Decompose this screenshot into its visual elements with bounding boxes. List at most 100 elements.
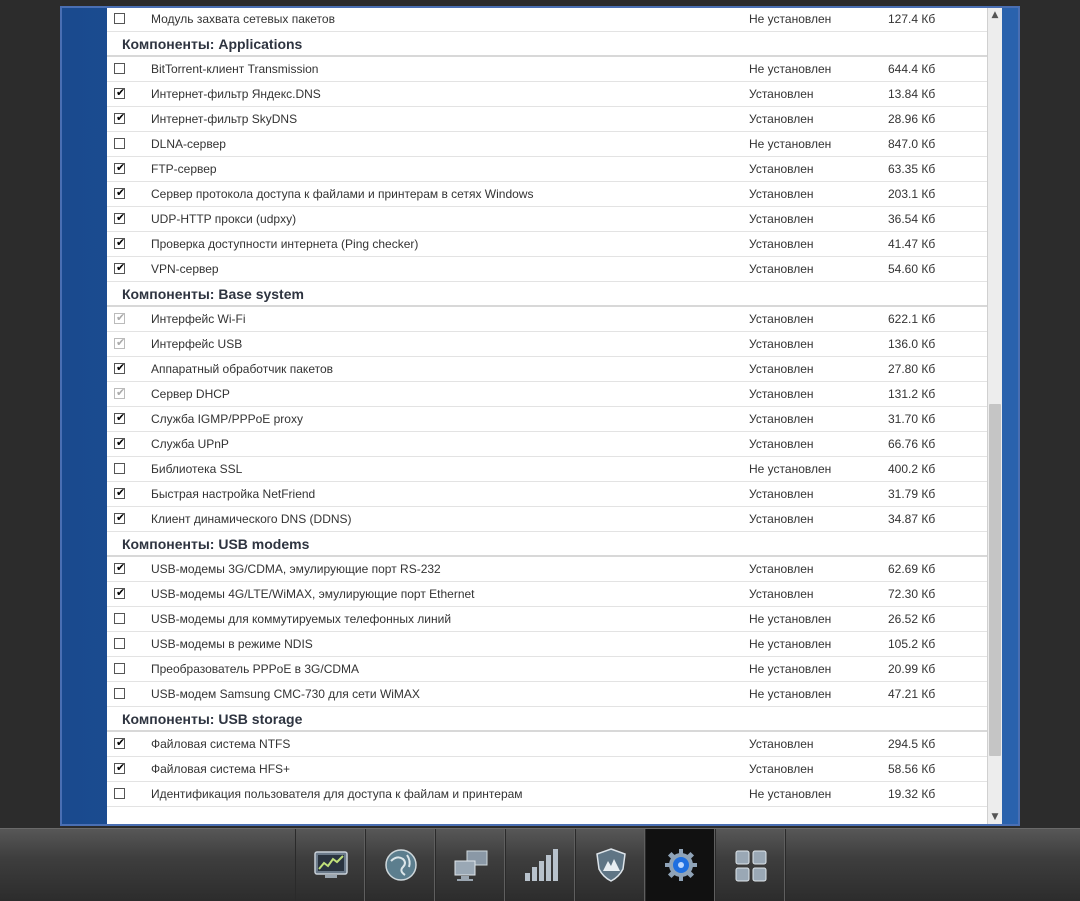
section-title: Компоненты: Applications <box>122 36 303 52</box>
scroll-thumb[interactable] <box>989 404 1001 756</box>
component-row: ✔ Аппаратный обработчик пакетов Установлен… <box>107 357 987 382</box>
checkmark-icon: ✔ <box>116 411 126 424</box>
component-status: Установлен <box>749 187 814 201</box>
component-status: Установлен <box>749 337 814 351</box>
component-name: USB-модемы 4G/LTE/WiMAX, эмулирующие пор… <box>151 587 475 601</box>
globe-icon <box>385 849 417 881</box>
component-size: 28.96 Кб <box>888 112 936 126</box>
component-name: Аппаратный обработчик пакетов <box>151 362 333 376</box>
component-name: Файловая система HFS+ <box>151 762 291 776</box>
checkmark-icon: ✔ <box>116 161 126 174</box>
component-row: ✔ USB-модемы 4G/LTE/WiMAX, эмулирующие по… <box>107 582 987 607</box>
component-row: ✔ Файловая система HFS+ Установлен 58.56 Кб <box>107 757 987 782</box>
taskbar-internet[interactable] <box>365 829 435 901</box>
checkbox-checked[interactable]: ✔ <box>114 486 126 499</box>
component-status: Не установлен <box>749 137 832 151</box>
component-size: 27.80 Кб <box>888 362 936 376</box>
component-status: Установлен <box>749 212 814 226</box>
checkbox-checked[interactable]: ✔ <box>114 586 125 599</box>
checkbox-unchecked[interactable] <box>114 688 125 699</box>
components-window: Модуль захвата сетевых пакетов Не установ… <box>60 6 1020 826</box>
checkbox-unchecked[interactable] <box>114 663 125 674</box>
checkbox-unchecked[interactable] <box>114 613 125 624</box>
checkbox-checked[interactable]: ✔ <box>114 736 125 749</box>
checkbox-unchecked[interactable] <box>114 63 125 74</box>
component-name: Сервер протокола доступа к файлами и при… <box>151 187 534 201</box>
scroll-up-arrow-icon[interactable]: ▲ <box>988 8 1002 22</box>
checkmark-icon: ✔ <box>116 486 126 499</box>
component-size: 54.60 Кб <box>888 262 936 276</box>
section-title: Компоненты: USB storage <box>122 711 303 727</box>
checkbox-checked[interactable]: ✔ <box>114 761 125 774</box>
checkbox-checked[interactable]: ✔ <box>114 211 126 224</box>
checkbox-checked: ✔ <box>114 336 126 349</box>
component-status: Не установлен <box>749 662 832 676</box>
component-size: 19.32 Кб <box>888 787 936 801</box>
component-size: 105.2 Кб <box>888 637 936 651</box>
component-name: USB-модем Samsung CMC-730 для сети WiMAX <box>151 687 420 701</box>
component-size: 136.0 Кб <box>888 337 936 351</box>
component-name: Интернет-фильтр SkyDNS <box>151 112 298 126</box>
checkmark-icon: ✔ <box>116 336 126 349</box>
taskbar-security[interactable] <box>575 829 645 901</box>
section-header: Компоненты: Base system <box>107 282 987 307</box>
checkbox-unchecked[interactable] <box>114 463 125 474</box>
taskbar-wifi[interactable] <box>505 829 575 901</box>
component-size: 131.2 Кб <box>888 387 936 401</box>
component-status: Установлен <box>749 587 814 601</box>
checkmark-icon: ✔ <box>116 261 126 274</box>
component-row: ✔ Проверка доступности интернета (Ping ch… <box>107 232 987 257</box>
component-row: ✔ Интернет-фильтр Яндекс.DNS Установлен 13.… <box>107 82 987 107</box>
checkbox-checked[interactable]: ✔ <box>114 361 125 374</box>
checkmark-icon: ✔ <box>116 211 126 224</box>
component-name: Служба IGMP/PPPoE proxy <box>151 412 303 426</box>
checkbox-checked[interactable]: ✔ <box>114 436 125 449</box>
checkbox-checked[interactable]: ✔ <box>114 161 126 174</box>
component-size: 31.70 Кб <box>888 412 936 426</box>
checkbox-unchecked[interactable] <box>114 788 125 799</box>
component-row: ✔ Быстрая настройка NetFriend Установлен 31… <box>107 482 987 507</box>
component-size: 847.0 Кб <box>888 137 936 151</box>
checkbox-checked[interactable]: ✔ <box>114 186 125 199</box>
checkbox-checked[interactable]: ✔ <box>114 86 125 99</box>
taskbar-system[interactable] <box>645 829 715 901</box>
component-size: 644.4 Кб <box>888 62 936 76</box>
component-name: VPN-сервер <box>151 262 219 276</box>
component-row: Модуль захвата сетевых пакетов Не установ… <box>107 8 987 32</box>
taskbar-apps[interactable] <box>715 829 785 901</box>
component-status: Установлен <box>749 412 814 426</box>
component-row: Преобразователь PPPoE в 3G/CDMA Не устано… <box>107 657 987 682</box>
component-size: 26.52 Кб <box>888 612 936 626</box>
component-name: FTP-сервер <box>151 162 217 176</box>
checkbox-unchecked[interactable] <box>114 638 125 649</box>
background-right <box>1020 0 1080 828</box>
component-row: ✔ Служба UPnP Установлен 66.76 Кб <box>107 432 987 457</box>
component-row: ✔ Интерфейс USB Установлен 136.0 Кб <box>107 332 987 357</box>
checkbox-checked[interactable]: ✔ <box>114 561 125 574</box>
checkbox-checked: ✔ <box>114 386 125 399</box>
component-status: Установлен <box>749 262 814 276</box>
component-size: 72.30 Кб <box>888 587 936 601</box>
checkbox-checked[interactable]: ✔ <box>114 111 125 124</box>
section-header: Компоненты: Applications <box>107 32 987 57</box>
taskbar-home-network[interactable] <box>435 829 505 901</box>
component-status: Установлен <box>749 562 814 576</box>
component-status: Установлен <box>749 87 814 101</box>
component-name: Интерфейс USB <box>151 337 243 351</box>
component-row: ✔ UDP-HTTP прокси (udpxy) Установлен 36.54 … <box>107 207 987 232</box>
checkmark-icon: ✔ <box>116 236 126 249</box>
checkbox-unchecked[interactable] <box>114 13 125 24</box>
vertical-scrollbar[interactable]: ▲ ▼ <box>987 8 1002 824</box>
scroll-down-arrow-icon[interactable]: ▼ <box>988 810 1002 824</box>
checkbox-checked[interactable]: ✔ <box>114 261 126 274</box>
checkbox-checked[interactable]: ✔ <box>114 511 125 524</box>
component-size: 41.47 Кб <box>888 237 936 251</box>
component-status: Установлен <box>749 512 814 526</box>
checkbox-checked[interactable]: ✔ <box>114 236 126 249</box>
component-status: Не установлен <box>749 687 832 701</box>
checkbox-unchecked[interactable] <box>114 138 125 149</box>
component-status: Установлен <box>749 737 814 751</box>
component-row: ✔ Клиент динамического DNS (DDNS) Установл… <box>107 507 987 532</box>
checkbox-checked[interactable]: ✔ <box>114 411 126 424</box>
taskbar-monitor[interactable] <box>295 829 365 901</box>
